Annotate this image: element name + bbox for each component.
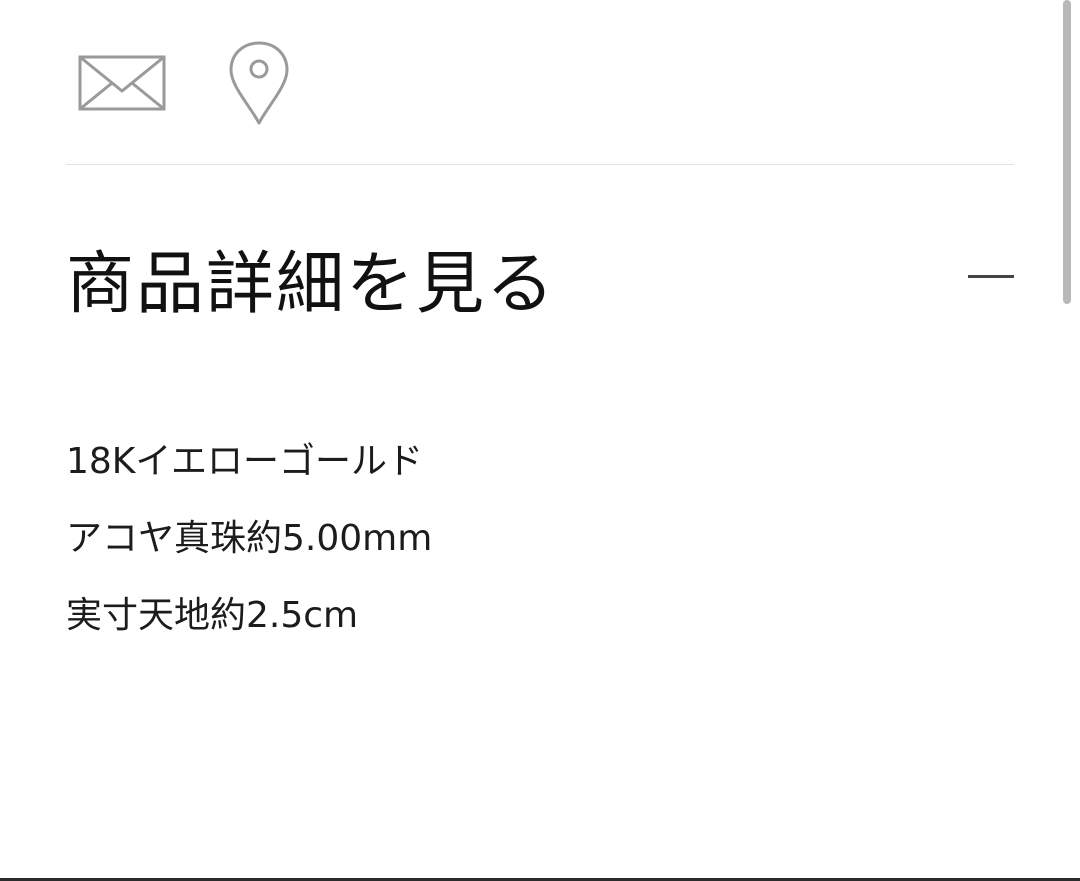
contact-icons-row — [78, 40, 318, 126]
section-divider — [66, 164, 1014, 165]
map-pin-icon[interactable] — [228, 40, 290, 126]
envelope-icon[interactable] — [78, 55, 166, 111]
product-details-accordion-header[interactable]: 商品詳細を見る — [66, 232, 1016, 342]
spec-line-material: 18Kイエローゴールド — [66, 441, 424, 482]
product-details-title: 商品詳細を見る — [66, 245, 557, 324]
scrollbar-thumb[interactable] — [1063, 0, 1071, 304]
product-details-page: 商品詳細を見る 18Kイエローゴールド アコヤ真珠約5.00mm 実寸天地約2.… — [0, 0, 1080, 881]
spec-line-size: 実寸天地約2.5cm — [66, 595, 359, 636]
product-spec-list: 18Kイエローゴールド アコヤ真珠約5.00mm 実寸天地約2.5cm — [66, 436, 966, 667]
minus-icon — [968, 275, 1014, 278]
spec-line-pearl: アコヤ真珠約5.00mm — [66, 518, 433, 559]
collapse-toggle[interactable] — [968, 272, 1016, 282]
